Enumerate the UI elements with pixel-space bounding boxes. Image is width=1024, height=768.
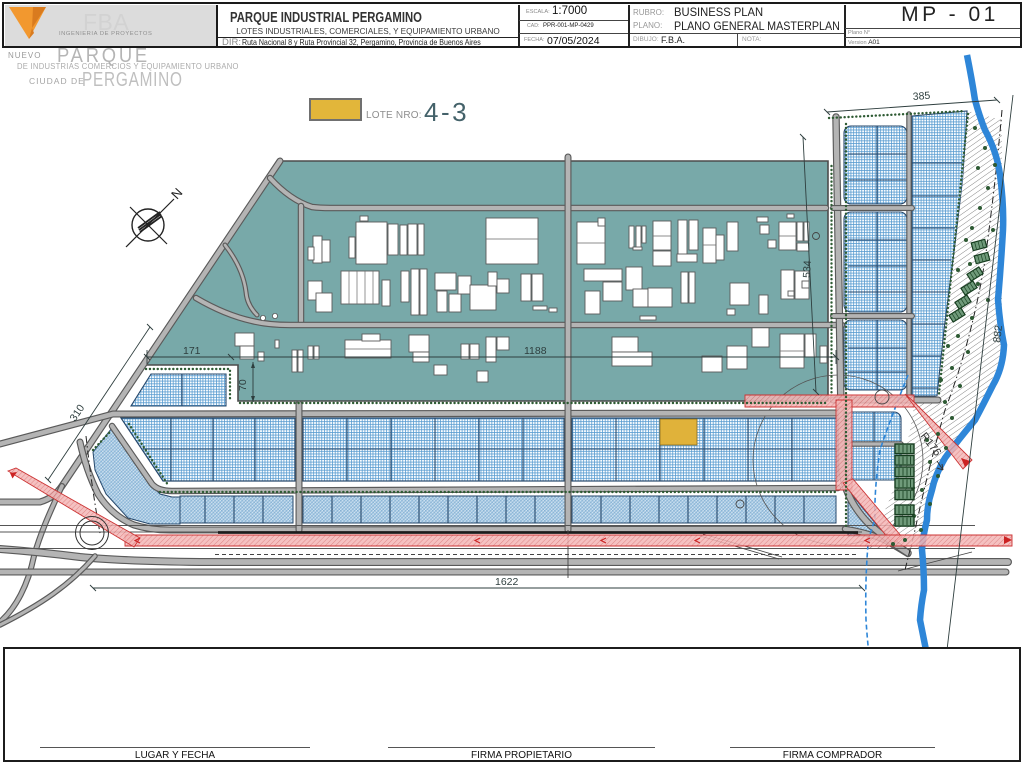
svg-text:171: 171 xyxy=(183,345,201,357)
svg-text:N: N xyxy=(168,185,185,202)
svg-text:70: 70 xyxy=(237,379,249,391)
svg-text:534: 534 xyxy=(801,260,814,278)
svg-text:882: 882 xyxy=(991,324,1005,343)
svg-text:INGENIERIA DE PROYECTOS: INGENIERIA DE PROYECTOS xyxy=(59,31,152,37)
svg-text:385: 385 xyxy=(912,90,930,103)
svg-text:1622: 1622 xyxy=(495,576,519,588)
svg-text:1188: 1188 xyxy=(524,345,547,357)
